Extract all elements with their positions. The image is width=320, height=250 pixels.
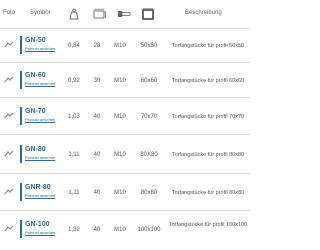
symbol-cell[interactable]: GN-100 Produkt ansehen [20, 220, 59, 238]
length-icon [93, 8, 106, 19]
product-code[interactable]: GN-60 [25, 72, 46, 79]
description: Torfangstücke für profil 100x100 [168, 222, 248, 228]
symbol-cell[interactable]: GN-70 Produkt ansehen [20, 107, 59, 125]
description: Torfangstücke für profil 60x60 [171, 78, 245, 84]
header-foto: Foto [3, 10, 16, 16]
product-link[interactable]: Produkt ansehen [25, 193, 55, 198]
description: Torfangstücke für profil 80x80 [171, 190, 245, 196]
weight-value: 0,92 [68, 78, 80, 84]
profile-value: 50x50 [140, 43, 158, 49]
product-link[interactable]: Produkt ansehen [25, 46, 55, 51]
weight-icon [69, 8, 79, 20]
profile-value: 100x100 [137, 227, 161, 233]
product-link[interactable]: Produkt ansehen [25, 117, 55, 122]
profile-value: 80x80 [140, 190, 158, 196]
weight-value: 0,84 [68, 43, 80, 49]
weight-value: 1,32 [68, 227, 80, 233]
product-table: Foto Symbol Beschreibung GN-50 Produkt a… [0, 0, 250, 250]
length-value: 40 [93, 152, 101, 158]
product-code[interactable]: GNR-80 [25, 184, 51, 191]
weight-value: 1,03 [68, 114, 80, 120]
product-thumbnail-icon[interactable] [4, 150, 14, 158]
product-thumbnail-icon[interactable] [4, 41, 14, 49]
product-thumbnail-icon[interactable] [4, 76, 14, 84]
table-header: Foto Symbol Beschreibung [0, 0, 250, 29]
table-row: GNR-80 Produkt ansehen 1,11 40 M10 80x80… [0, 174, 250, 211]
table-row: GN-70 Produkt ansehen 1,03 40 M10 70x70 … [0, 98, 250, 135]
description: Torfangstücke für profil 80x80 [171, 152, 245, 158]
table-row: GN-50 Produkt ansehen 0,84 28 M10 50x50 … [0, 28, 250, 63]
length-value: 30 [93, 78, 101, 84]
bolt-value: M10 [114, 43, 126, 49]
profile-value: 60x60 [140, 78, 158, 84]
product-link[interactable]: Produkt ansehen [25, 155, 55, 160]
length-value: 40 [93, 227, 101, 233]
product-code[interactable]: GN-50 [25, 37, 46, 44]
weight-value: 1,11 [68, 152, 80, 158]
symbol-cell[interactable]: GNR-80 Produkt ansehen [20, 183, 59, 201]
length-value: 40 [93, 190, 101, 196]
length-value: 40 [93, 114, 101, 120]
table-row: GN-100 Produkt ansehen 1,32 40 M10 100x1… [0, 211, 250, 249]
bolt-value: M10 [114, 227, 126, 233]
bolt-icon [118, 11, 131, 17]
bolt-value: M10 [114, 114, 126, 120]
product-link[interactable]: Produkt ansehen [25, 81, 55, 86]
product-thumbnail-icon[interactable] [4, 225, 14, 233]
product-code[interactable]: GN-80 [25, 146, 46, 153]
product-code[interactable]: GN-100 [25, 221, 50, 228]
bolt-value: M10 [114, 78, 126, 84]
symbol-cell[interactable]: GN-80 Produkt ansehen [20, 145, 59, 163]
table-row: GN-80 Produkt ansehen 1,11 40 M10 80X80 … [0, 135, 250, 174]
weight-value: 1,11 [68, 190, 80, 196]
bolt-value: M10 [114, 152, 126, 158]
profile-size-icon [142, 8, 154, 20]
header-symbol: Symbol [30, 10, 51, 16]
length-value: 28 [93, 43, 101, 49]
table-row: GN-60 Produkt ansehen 0,92 30 M10 60x60 … [0, 63, 250, 98]
profile-value: 70x70 [140, 114, 158, 120]
description: Torfangstücke für profil 50x50 [171, 43, 245, 49]
bolt-value: M10 [114, 190, 126, 196]
symbol-cell[interactable]: GN-50 Produkt ansehen [20, 36, 59, 54]
description: Torfangstücke für profil 70x70 [171, 114, 245, 120]
profile-value: 80X80 [140, 152, 158, 158]
product-thumbnail-icon[interactable] [4, 112, 14, 120]
header-beschreibung: Beschreibung [185, 10, 222, 16]
product-code[interactable]: GN-70 [25, 108, 46, 115]
product-thumbnail-icon[interactable] [4, 188, 14, 196]
product-link[interactable]: Produkt ansehen [25, 230, 55, 235]
symbol-cell[interactable]: GN-60 Produkt ansehen [20, 71, 59, 89]
